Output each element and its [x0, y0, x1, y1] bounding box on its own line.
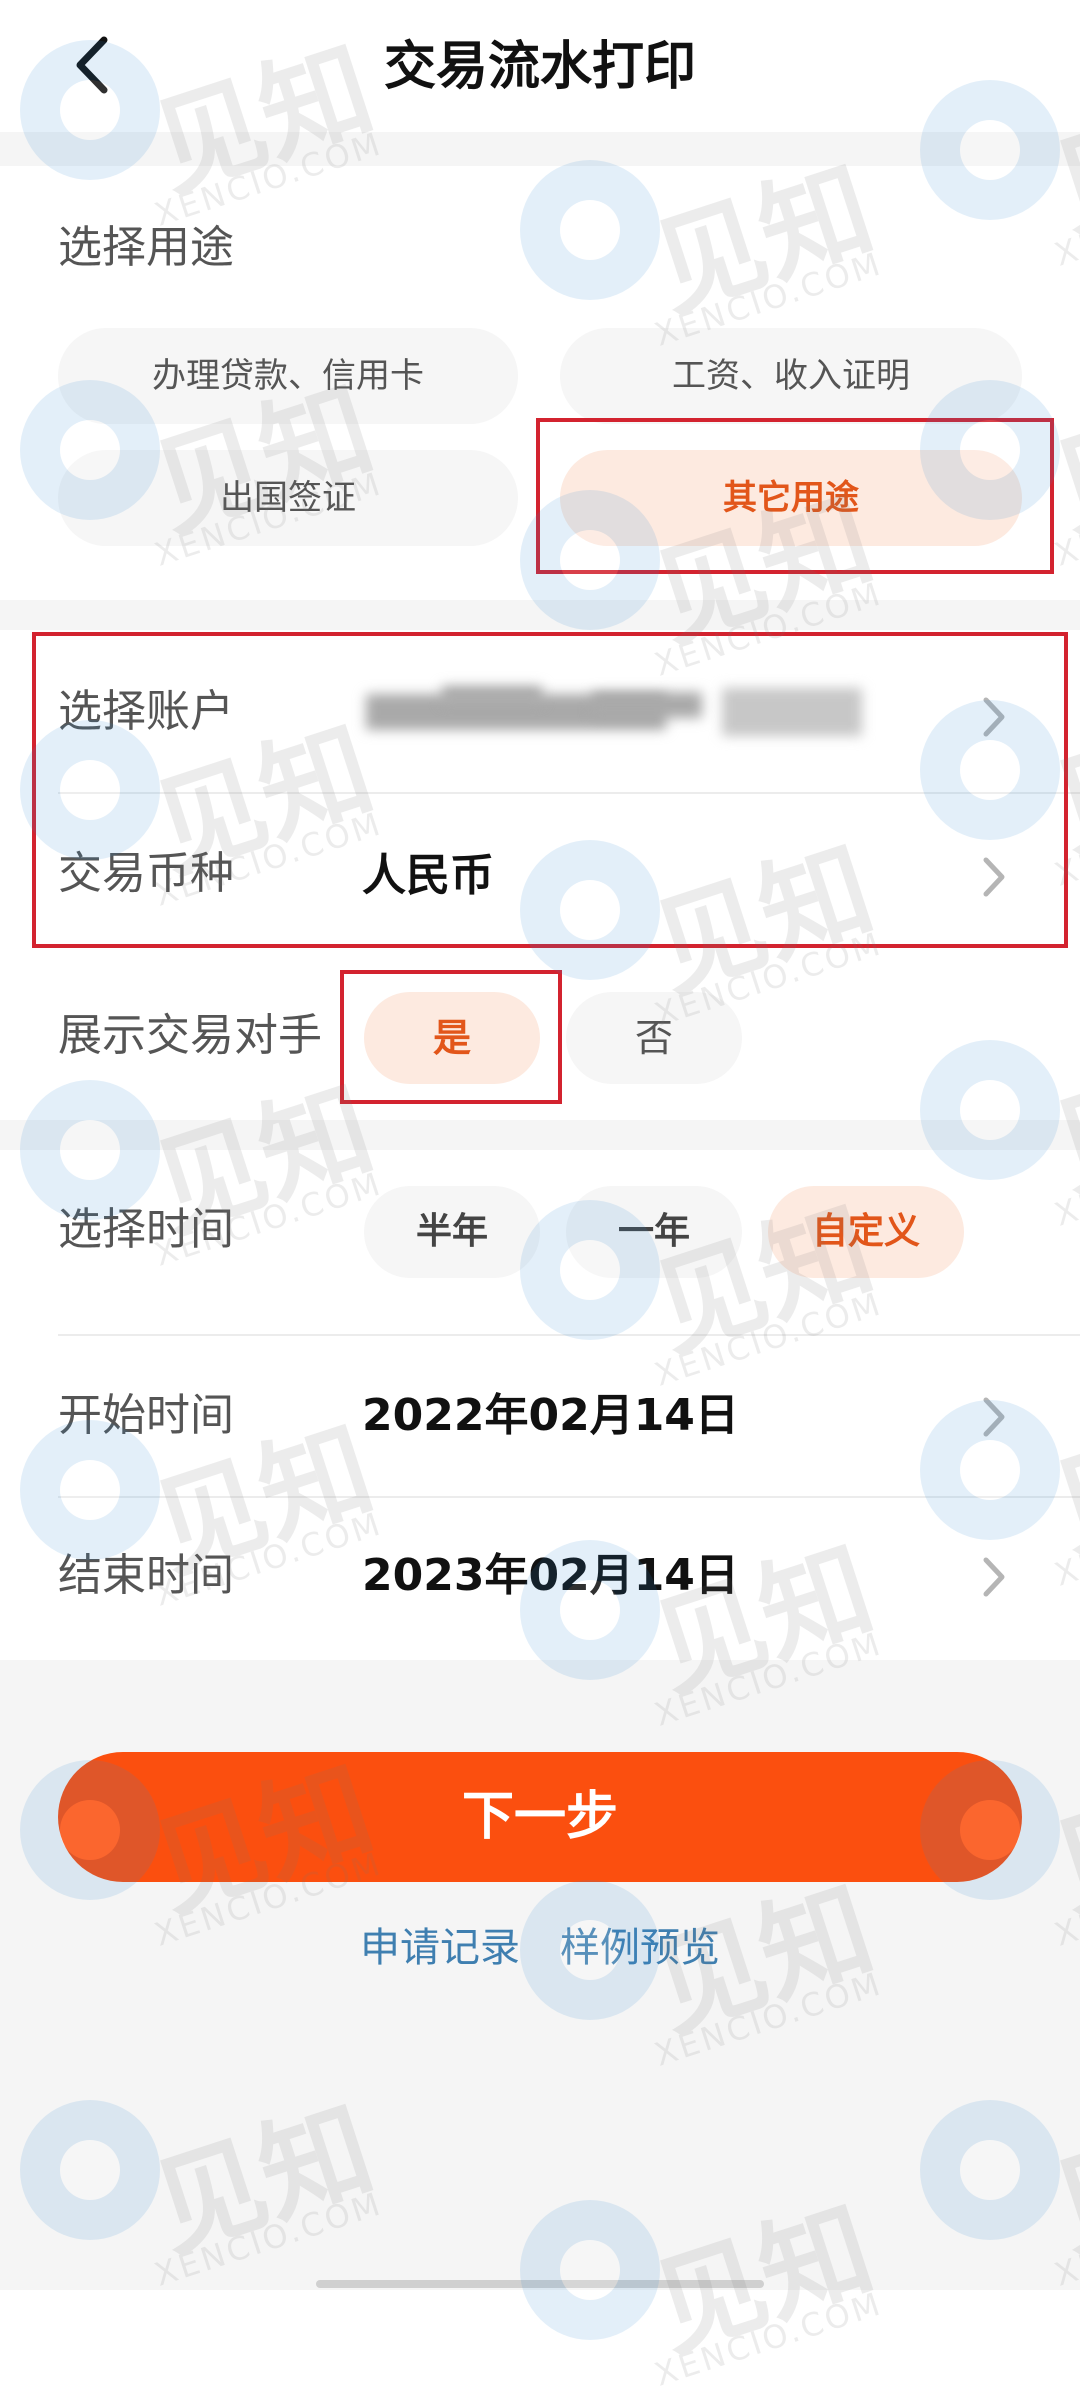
time-option-one-year[interactable]: 一年	[566, 1186, 742, 1278]
watermark-domain: XENCIO.COM	[1049, 164, 1080, 274]
annotation-box-purpose	[536, 418, 1054, 574]
chevron-right-icon	[976, 1552, 1012, 1602]
purpose-option-label: 出国签证	[220, 478, 356, 518]
time-option-custom[interactable]: 自定义	[768, 1186, 964, 1278]
annotation-box-counterparty	[340, 970, 562, 1104]
purpose-label: 选择用途	[58, 222, 234, 273]
start-time-label: 开始时间	[58, 1390, 234, 1441]
time-option-label: 一年	[617, 1211, 690, 1252]
section-gap	[0, 132, 1080, 166]
sample-preview-link[interactable]: 样例预览	[560, 1918, 720, 1978]
time-option-label: 自定义	[811, 1211, 920, 1252]
chevron-right-icon	[976, 1392, 1012, 1442]
home-indicator	[316, 2280, 764, 2288]
watermark-logo-icon	[920, 1040, 1060, 1180]
section-gap	[0, 600, 1080, 630]
watermark-logo-icon	[520, 160, 660, 300]
section-gap	[0, 1120, 1080, 1150]
watermark-mark: 见知XENCIO.COM	[500, 140, 887, 354]
purpose-option-label: 办理贷款、信用卡	[152, 356, 424, 396]
counterparty-option-no[interactable]: 否	[566, 992, 742, 1084]
watermark-brand: 见知	[1031, 1000, 1080, 1220]
start-time-value: 2022年02月14日	[362, 1390, 739, 1441]
counterparty-label: 展示交易对手	[58, 1010, 322, 1061]
end-time-label: 结束时间	[58, 1550, 234, 1601]
purpose-option-visa[interactable]: 出国签证	[58, 450, 518, 546]
page-title: 交易流水打印	[383, 37, 696, 97]
watermark-mark: 见知XENCIO.COM	[900, 1020, 1080, 1234]
next-step-button[interactable]: 下一步	[58, 1752, 1022, 1882]
watermark-domain: XENCIO.COM	[649, 2284, 888, 2394]
watermark-domain: XENCIO.COM	[1049, 464, 1080, 574]
counterparty-option-label: 否	[634, 1016, 673, 1060]
time-option-label: 半年	[415, 1211, 488, 1252]
time-range-label: 选择时间	[58, 1204, 234, 1255]
annotation-box-account	[32, 632, 1068, 948]
apply-records-link[interactable]: 申请记录	[360, 1918, 520, 1978]
purpose-option-income[interactable]: 工资、收入证明	[560, 328, 1022, 424]
time-option-half-year[interactable]: 半年	[364, 1186, 540, 1278]
end-time-value: 2023年02月14日	[362, 1550, 739, 1601]
purpose-option-label: 工资、收入证明	[672, 356, 910, 396]
purpose-option-loan[interactable]: 办理贷款、信用卡	[58, 328, 518, 424]
